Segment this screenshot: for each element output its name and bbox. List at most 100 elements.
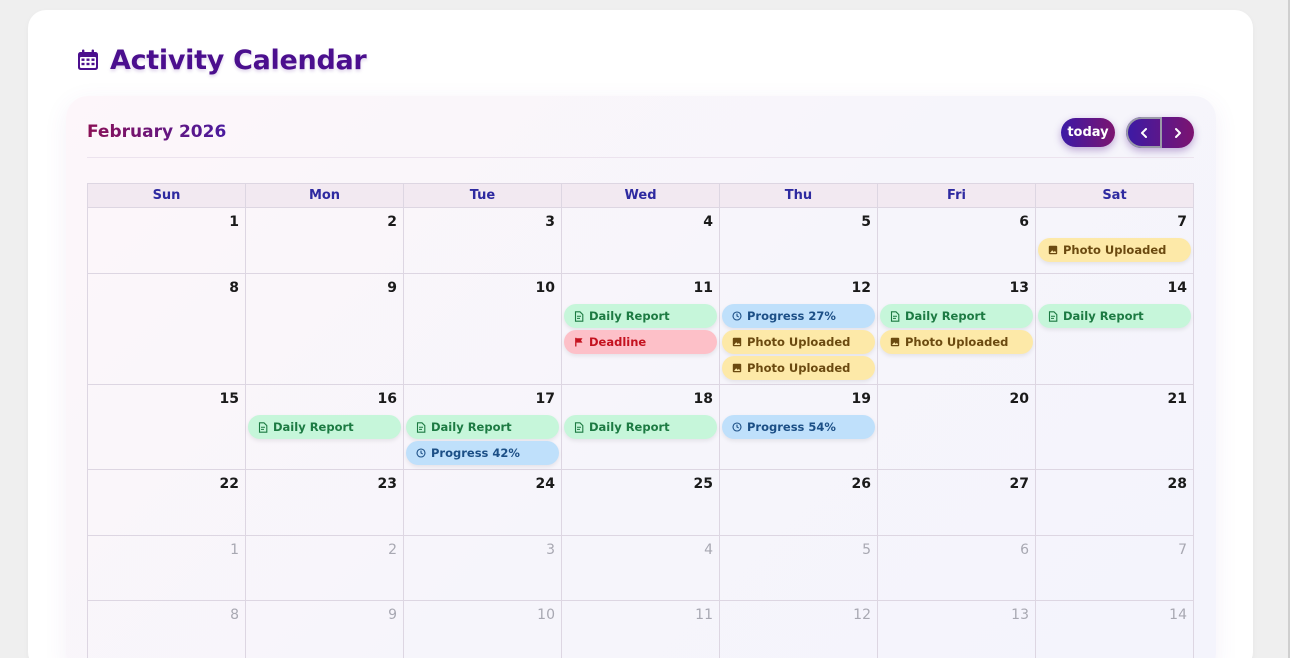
day-cell[interactable]: 25 (562, 470, 720, 535)
day-number[interactable]: 20 (1010, 391, 1029, 407)
day-number[interactable]: 1 (229, 214, 239, 230)
day-cell[interactable]: 9 (246, 601, 404, 658)
day-number[interactable]: 12 (852, 280, 871, 296)
day-cell[interactable]: 2 (246, 536, 404, 600)
day-cell[interactable]: 12 Progress 27% Photo Uploaded Photo Upload… (720, 274, 878, 384)
day-cell[interactable]: 6 (878, 536, 1036, 600)
day-cell[interactable]: 23 (246, 470, 404, 535)
event-photo[interactable]: Photo Uploaded (880, 330, 1033, 354)
day-number[interactable]: 7 (1178, 542, 1187, 558)
day-number[interactable]: 10 (536, 280, 555, 296)
event-progress[interactable]: Progress 27% (722, 304, 875, 328)
day-number[interactable]: 10 (537, 607, 555, 623)
event-report[interactable]: Daily Report (248, 415, 401, 439)
day-number[interactable]: 8 (229, 280, 239, 296)
day-cell[interactable]: 2 (246, 208, 404, 273)
day-number[interactable]: 14 (1168, 280, 1187, 296)
day-number[interactable]: 22 (220, 476, 239, 492)
day-number[interactable]: 18 (694, 391, 713, 407)
day-number[interactable]: 11 (694, 280, 713, 296)
day-number[interactable]: 23 (378, 476, 397, 492)
event-deadline[interactable]: Deadline (564, 330, 717, 354)
day-number[interactable]: 27 (1010, 476, 1029, 492)
day-cell[interactable]: 7 (1036, 536, 1194, 600)
day-number[interactable]: 6 (1020, 542, 1029, 558)
event-progress[interactable]: Progress 54% (722, 415, 875, 439)
event-photo[interactable]: Photo Uploaded (722, 330, 875, 354)
day-cell[interactable]: 15 (88, 385, 246, 469)
day-cell[interactable]: 20 (878, 385, 1036, 469)
day-cell[interactable]: 17 Daily Report Progress 42% (404, 385, 562, 469)
event-report[interactable]: Daily Report (406, 415, 559, 439)
day-cell[interactable]: 13 Daily Report Photo Uploaded (878, 274, 1036, 384)
day-cell[interactable]: 4 (562, 208, 720, 273)
day-number[interactable]: 16 (378, 391, 397, 407)
day-cell[interactable]: 5 (720, 536, 878, 600)
day-number[interactable]: 3 (545, 214, 555, 230)
day-cell[interactable]: 1 (88, 208, 246, 273)
day-number[interactable]: 8 (230, 607, 239, 623)
day-cell[interactable]: 4 (562, 536, 720, 600)
day-cell[interactable]: 14 (1036, 601, 1194, 658)
prev-month-button[interactable] (1126, 117, 1162, 148)
event-report[interactable]: Daily Report (564, 415, 717, 439)
day-cell[interactable]: 28 (1036, 470, 1194, 535)
day-number[interactable]: 12 (853, 607, 871, 623)
day-cell[interactable]: 8 (88, 274, 246, 384)
day-number[interactable]: 14 (1169, 607, 1187, 623)
day-number[interactable]: 28 (1168, 476, 1187, 492)
day-number[interactable]: 13 (1010, 280, 1029, 296)
day-number[interactable]: 4 (704, 542, 713, 558)
event-progress[interactable]: Progress 42% (406, 441, 559, 465)
day-number[interactable]: 19 (852, 391, 871, 407)
day-number[interactable]: 5 (862, 542, 871, 558)
day-number[interactable]: 7 (1177, 214, 1187, 230)
event-photo[interactable]: Photo Uploaded (722, 356, 875, 380)
day-number[interactable]: 25 (694, 476, 713, 492)
day-number[interactable]: 3 (546, 542, 555, 558)
day-cell[interactable]: 11 Daily Report Deadline (562, 274, 720, 384)
day-cell[interactable]: 13 (878, 601, 1036, 658)
day-number[interactable]: 11 (695, 607, 713, 623)
day-cell[interactable]: 21 (1036, 385, 1194, 469)
event-report[interactable]: Daily Report (564, 304, 717, 328)
day-number[interactable]: 9 (388, 607, 397, 623)
day-cell[interactable]: 7 Photo Uploaded (1036, 208, 1194, 273)
day-cell[interactable]: 3 (404, 536, 562, 600)
day-number[interactable]: 24 (536, 476, 555, 492)
day-cell[interactable]: 24 (404, 470, 562, 535)
day-cell[interactable]: 3 (404, 208, 562, 273)
day-number[interactable]: 9 (387, 280, 397, 296)
event-report[interactable]: Daily Report (1038, 304, 1191, 328)
day-cell[interactable]: 11 (562, 601, 720, 658)
day-number[interactable]: 6 (1019, 214, 1029, 230)
event-report[interactable]: Daily Report (880, 304, 1033, 328)
day-cell[interactable]: 27 (878, 470, 1036, 535)
day-cell[interactable]: 18 Daily Report (562, 385, 720, 469)
day-cell[interactable]: 6 (878, 208, 1036, 273)
day-cell[interactable]: 10 (404, 601, 562, 658)
day-number[interactable]: 5 (861, 214, 871, 230)
day-cell[interactable]: 22 (88, 470, 246, 535)
day-number[interactable]: 4 (703, 214, 713, 230)
day-cell[interactable]: 16 Daily Report (246, 385, 404, 469)
day-cell[interactable]: 12 (720, 601, 878, 658)
day-cell[interactable]: 14 Daily Report (1036, 274, 1194, 384)
day-number[interactable]: 26 (852, 476, 871, 492)
day-number[interactable]: 2 (387, 214, 397, 230)
day-number[interactable]: 21 (1168, 391, 1187, 407)
day-cell[interactable]: 8 (88, 601, 246, 658)
day-number[interactable]: 17 (536, 391, 555, 407)
day-number[interactable]: 15 (220, 391, 239, 407)
today-button[interactable]: today (1061, 118, 1115, 147)
day-cell[interactable]: 10 (404, 274, 562, 384)
day-cell[interactable]: 26 (720, 470, 878, 535)
next-month-button[interactable] (1162, 117, 1194, 148)
day-cell[interactable]: 19 Progress 54% (720, 385, 878, 469)
day-number[interactable]: 1 (230, 542, 239, 558)
day-cell[interactable]: 1 (88, 536, 246, 600)
event-photo[interactable]: Photo Uploaded (1038, 238, 1191, 262)
day-cell[interactable]: 5 (720, 208, 878, 273)
day-number[interactable]: 13 (1011, 607, 1029, 623)
day-cell[interactable]: 9 (246, 274, 404, 384)
